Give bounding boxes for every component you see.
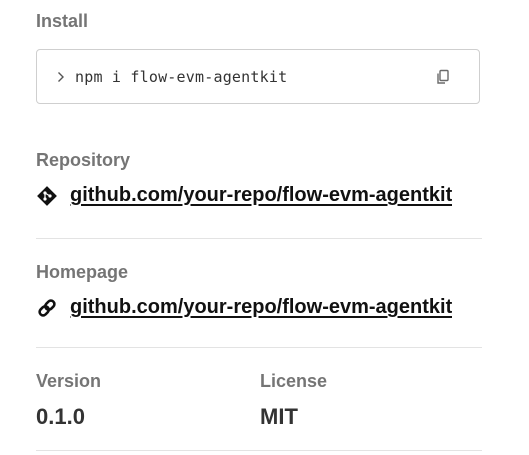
install-command-text[interactable]: npm i flow-evm-agentkit <box>75 68 287 86</box>
license-block: License MIT <box>260 370 327 430</box>
homepage-link-row: github.com/your-repo/flow-evm-agentkit <box>36 296 482 319</box>
git-diamond-icon <box>36 185 58 207</box>
repository-label: Repository <box>36 150 131 170</box>
repository-link[interactable]: github.com/your-repo/flow-evm-agentkit <box>70 184 452 207</box>
install-command-box[interactable]: npm i flow-evm-agentkit <box>36 49 480 104</box>
version-block: Version 0.1.0 <box>36 370 101 430</box>
homepage-label: Homepage <box>36 262 129 282</box>
version-label: Version <box>36 371 102 391</box>
divider <box>36 347 482 348</box>
version-value: 0.1.0 <box>36 404 85 429</box>
homepage-link[interactable]: github.com/your-repo/flow-evm-agentkit <box>70 296 452 319</box>
copy-icon[interactable] <box>435 69 451 85</box>
license-label: License <box>260 371 328 391</box>
license-value: MIT <box>260 404 298 429</box>
repository-link-row: github.com/your-repo/flow-evm-agentkit <box>36 184 482 207</box>
divider <box>36 238 482 239</box>
link-icon <box>36 297 58 319</box>
divider <box>36 450 482 451</box>
install-label: Install <box>36 11 89 31</box>
chevron-right-icon <box>55 69 67 85</box>
